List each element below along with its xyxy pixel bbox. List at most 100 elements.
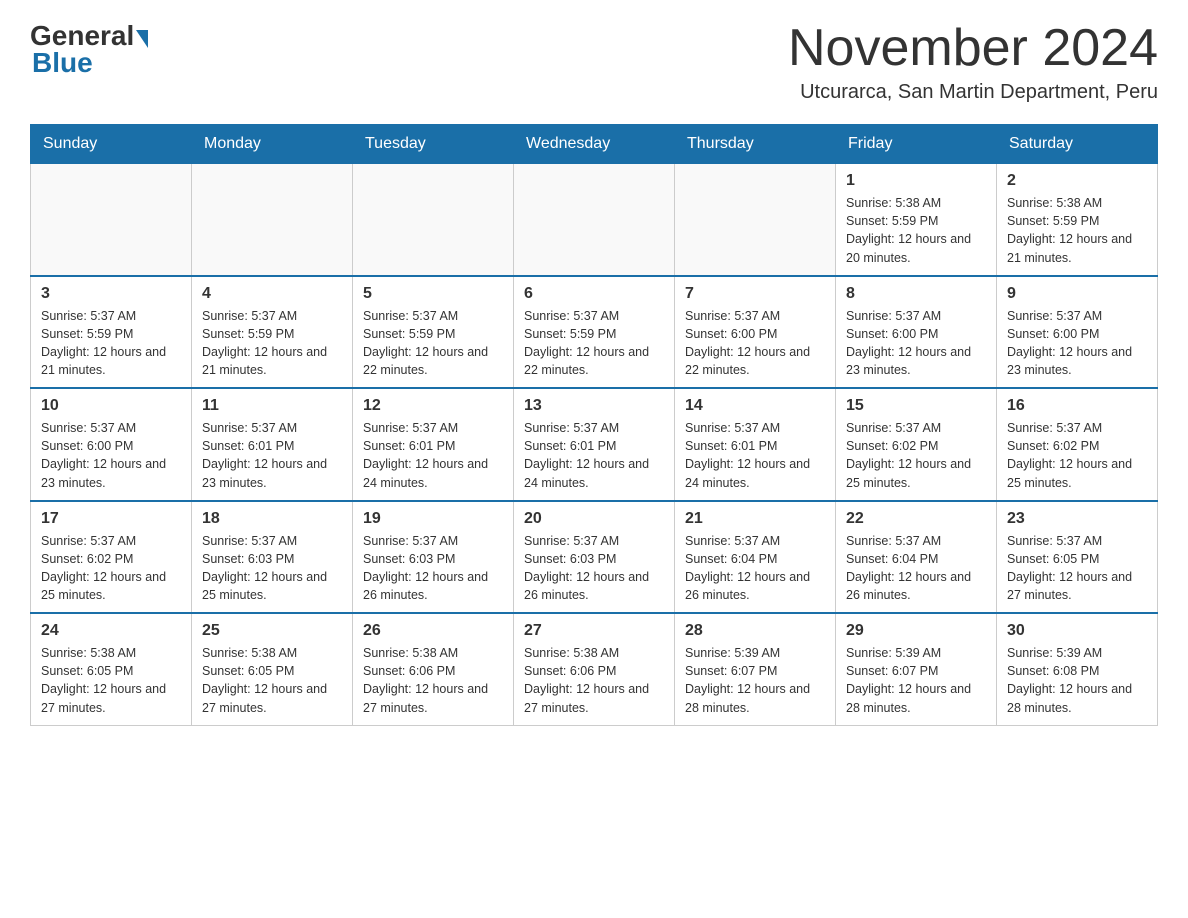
week-row-1: 1 Sunrise: 5:38 AM Sunset: 5:59 PM Daylig… bbox=[31, 164, 1158, 276]
week-row-5: 24 Sunrise: 5:38 AM Sunset: 6:05 PM Dayli… bbox=[31, 613, 1158, 725]
day-number: 19 bbox=[363, 510, 503, 528]
weekday-header-monday: Monday bbox=[192, 125, 353, 164]
day-info: Sunrise: 5:37 AM Sunset: 6:04 PM Dayligh… bbox=[685, 532, 825, 605]
calendar-cell: 21 Sunrise: 5:37 AM Sunset: 6:04 PM Dayli… bbox=[675, 501, 836, 614]
calendar-cell: 1 Sunrise: 5:38 AM Sunset: 5:59 PM Daylig… bbox=[836, 164, 997, 276]
day-info: Sunrise: 5:37 AM Sunset: 6:02 PM Dayligh… bbox=[846, 419, 986, 492]
weekday-header-tuesday: Tuesday bbox=[353, 125, 514, 164]
calendar-cell: 28Sunrise: 5:39 AM Sunset: 6:07 PM Dayli… bbox=[675, 613, 836, 725]
calendar-cell: 3 Sunrise: 5:37 AM Sunset: 5:59 PM Daylig… bbox=[31, 276, 192, 389]
calendar-cell: 10Sunrise: 5:37 AM Sunset: 6:00 PM Dayli… bbox=[31, 388, 192, 501]
calendar-cell: 22Sunrise: 5:37 AM Sunset: 6:04 PM Dayli… bbox=[836, 501, 997, 614]
day-info: Sunrise: 5:39 AM Sunset: 6:07 PM Dayligh… bbox=[685, 644, 825, 717]
calendar-cell: 27 Sunrise: 5:38 AM Sunset: 6:06 PM Dayli… bbox=[514, 613, 675, 725]
day-info: Sunrise: 5:37 AM Sunset: 6:00 PM Dayligh… bbox=[1007, 307, 1147, 380]
logo-arrow-icon bbox=[136, 30, 148, 48]
calendar-cell: 6Sunrise: 5:37 AM Sunset: 5:59 PM Daylig… bbox=[514, 276, 675, 389]
day-info: Sunrise: 5:37 AM Sunset: 6:02 PM Dayligh… bbox=[1007, 419, 1147, 492]
day-number: 14 bbox=[685, 397, 825, 415]
header: General Blue November 2024 Utcurarca, Sa… bbox=[30, 20, 1158, 104]
day-number: 4 bbox=[202, 285, 342, 303]
day-number: 27 bbox=[524, 622, 664, 640]
calendar-cell: 29 Sunrise: 5:39 AM Sunset: 6:07 PM Dayli… bbox=[836, 613, 997, 725]
day-info: Sunrise: 5:37 AM Sunset: 5:59 PM Dayligh… bbox=[363, 307, 503, 380]
day-info: Sunrise: 5:38 AM Sunset: 5:59 PM Dayligh… bbox=[846, 194, 986, 267]
day-info: Sunrise: 5:37 AM Sunset: 6:00 PM Dayligh… bbox=[846, 307, 986, 380]
logo-blue-text: Blue bbox=[32, 47, 93, 79]
day-info: Sunrise: 5:37 AM Sunset: 6:03 PM Dayligh… bbox=[363, 532, 503, 605]
day-number: 11 bbox=[202, 397, 342, 415]
day-info: Sunrise: 5:37 AM Sunset: 6:02 PM Dayligh… bbox=[41, 532, 181, 605]
day-info: Sunrise: 5:38 AM Sunset: 6:05 PM Dayligh… bbox=[41, 644, 181, 717]
weekday-header-row: SundayMondayTuesdayWednesdayThursdayFrid… bbox=[31, 125, 1158, 164]
day-number: 7 bbox=[685, 285, 825, 303]
day-number: 10 bbox=[41, 397, 181, 415]
day-number: 15 bbox=[846, 397, 986, 415]
week-row-3: 10Sunrise: 5:37 AM Sunset: 6:00 PM Dayli… bbox=[31, 388, 1158, 501]
day-info: Sunrise: 5:37 AM Sunset: 6:03 PM Dayligh… bbox=[524, 532, 664, 605]
day-info: Sunrise: 5:38 AM Sunset: 5:59 PM Dayligh… bbox=[1007, 194, 1147, 267]
calendar-cell: 2 Sunrise: 5:38 AM Sunset: 5:59 PM Daylig… bbox=[997, 164, 1158, 276]
day-number: 16 bbox=[1007, 397, 1147, 415]
calendar-cell bbox=[31, 164, 192, 276]
calendar-cell: 19 Sunrise: 5:37 AM Sunset: 6:03 PM Dayli… bbox=[353, 501, 514, 614]
weekday-header-sunday: Sunday bbox=[31, 125, 192, 164]
day-info: Sunrise: 5:38 AM Sunset: 6:06 PM Dayligh… bbox=[363, 644, 503, 717]
location-subtitle: Utcurarca, San Martin Department, Peru bbox=[788, 81, 1158, 104]
calendar-cell: 30 Sunrise: 5:39 AM Sunset: 6:08 PM Dayli… bbox=[997, 613, 1158, 725]
day-number: 13 bbox=[524, 397, 664, 415]
calendar-table: SundayMondayTuesdayWednesdayThursdayFrid… bbox=[30, 124, 1158, 726]
day-number: 30 bbox=[1007, 622, 1147, 640]
day-number: 3 bbox=[41, 285, 181, 303]
day-number: 23 bbox=[1007, 510, 1147, 528]
day-number: 26 bbox=[363, 622, 503, 640]
calendar-cell: 20Sunrise: 5:37 AM Sunset: 6:03 PM Dayli… bbox=[514, 501, 675, 614]
calendar-cell: 9 Sunrise: 5:37 AM Sunset: 6:00 PM Daylig… bbox=[997, 276, 1158, 389]
week-row-4: 17 Sunrise: 5:37 AM Sunset: 6:02 PM Dayli… bbox=[31, 501, 1158, 614]
day-number: 17 bbox=[41, 510, 181, 528]
calendar-cell bbox=[675, 164, 836, 276]
day-number: 21 bbox=[685, 510, 825, 528]
calendar-cell: 4 Sunrise: 5:37 AM Sunset: 5:59 PM Daylig… bbox=[192, 276, 353, 389]
day-info: Sunrise: 5:39 AM Sunset: 6:07 PM Dayligh… bbox=[846, 644, 986, 717]
calendar-cell: 16 Sunrise: 5:37 AM Sunset: 6:02 PM Dayli… bbox=[997, 388, 1158, 501]
day-info: Sunrise: 5:37 AM Sunset: 6:00 PM Dayligh… bbox=[685, 307, 825, 380]
calendar-cell bbox=[192, 164, 353, 276]
day-info: Sunrise: 5:37 AM Sunset: 6:05 PM Dayligh… bbox=[1007, 532, 1147, 605]
calendar-cell: 7 Sunrise: 5:37 AM Sunset: 6:00 PM Daylig… bbox=[675, 276, 836, 389]
day-number: 29 bbox=[846, 622, 986, 640]
calendar-cell: 25 Sunrise: 5:38 AM Sunset: 6:05 PM Dayli… bbox=[192, 613, 353, 725]
calendar-cell: 11Sunrise: 5:37 AM Sunset: 6:01 PM Dayli… bbox=[192, 388, 353, 501]
weekday-header-thursday: Thursday bbox=[675, 125, 836, 164]
day-info: Sunrise: 5:37 AM Sunset: 6:01 PM Dayligh… bbox=[363, 419, 503, 492]
weekday-header-friday: Friday bbox=[836, 125, 997, 164]
month-year-title: November 2024 bbox=[788, 20, 1158, 77]
day-number: 2 bbox=[1007, 172, 1147, 190]
day-number: 6 bbox=[524, 285, 664, 303]
calendar-cell: 26 Sunrise: 5:38 AM Sunset: 6:06 PM Dayli… bbox=[353, 613, 514, 725]
day-info: Sunrise: 5:37 AM Sunset: 6:04 PM Dayligh… bbox=[846, 532, 986, 605]
day-number: 5 bbox=[363, 285, 503, 303]
day-info: Sunrise: 5:38 AM Sunset: 6:06 PM Dayligh… bbox=[524, 644, 664, 717]
day-info: Sunrise: 5:37 AM Sunset: 6:01 PM Dayligh… bbox=[524, 419, 664, 492]
calendar-cell: 14 Sunrise: 5:37 AM Sunset: 6:01 PM Dayli… bbox=[675, 388, 836, 501]
day-number: 9 bbox=[1007, 285, 1147, 303]
day-number: 25 bbox=[202, 622, 342, 640]
day-number: 1 bbox=[846, 172, 986, 190]
day-number: 12 bbox=[363, 397, 503, 415]
day-info: Sunrise: 5:37 AM Sunset: 6:03 PM Dayligh… bbox=[202, 532, 342, 605]
calendar-cell: 5 Sunrise: 5:37 AM Sunset: 5:59 PM Daylig… bbox=[353, 276, 514, 389]
calendar-cell: 23 Sunrise: 5:37 AM Sunset: 6:05 PM Dayli… bbox=[997, 501, 1158, 614]
day-info: Sunrise: 5:37 AM Sunset: 6:01 PM Dayligh… bbox=[685, 419, 825, 492]
calendar-cell bbox=[514, 164, 675, 276]
day-info: Sunrise: 5:37 AM Sunset: 5:59 PM Dayligh… bbox=[41, 307, 181, 380]
day-number: 24 bbox=[41, 622, 181, 640]
calendar-cell: 12 Sunrise: 5:37 AM Sunset: 6:01 PM Dayli… bbox=[353, 388, 514, 501]
weekday-header-wednesday: Wednesday bbox=[514, 125, 675, 164]
day-number: 18 bbox=[202, 510, 342, 528]
logo: General Blue bbox=[30, 20, 148, 79]
calendar-cell bbox=[353, 164, 514, 276]
day-info: Sunrise: 5:37 AM Sunset: 5:59 PM Dayligh… bbox=[202, 307, 342, 380]
day-info: Sunrise: 5:39 AM Sunset: 6:08 PM Dayligh… bbox=[1007, 644, 1147, 717]
day-info: Sunrise: 5:38 AM Sunset: 6:05 PM Dayligh… bbox=[202, 644, 342, 717]
